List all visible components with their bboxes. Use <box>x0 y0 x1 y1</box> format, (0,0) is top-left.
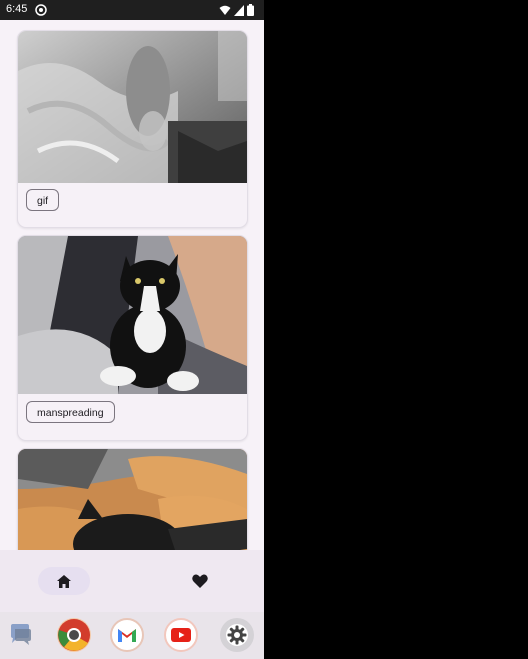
launcher-dock <box>0 612 264 659</box>
messages-app[interactable] <box>4 618 38 652</box>
tag-chip[interactable]: manspreading <box>26 401 115 423</box>
chrome-icon <box>58 619 90 651</box>
feed-card[interactable]: gif <box>17 30 248 228</box>
feed-card[interactable] <box>17 448 248 550</box>
tag-chip[interactable]: gif <box>26 189 60 211</box>
feed-card[interactable]: manspreading <box>17 235 248 441</box>
heart-icon <box>192 574 208 588</box>
chrome-app[interactable] <box>57 618 91 652</box>
battery-icon <box>247 4 254 16</box>
settings-app[interactable] <box>220 618 254 652</box>
gmail-app[interactable] <box>110 618 144 652</box>
signal-icon <box>234 4 244 16</box>
bottom-navigation <box>0 550 264 612</box>
gif-photo[interactable] <box>18 31 247 183</box>
status-bar: 6:45 <box>0 0 264 20</box>
nav-home-button[interactable] <box>38 567 90 595</box>
nav-favorites-button[interactable] <box>186 567 214 595</box>
tuxedo-cat-photo[interactable] <box>18 236 247 394</box>
youtube-app[interactable] <box>164 618 198 652</box>
notification-icon <box>35 4 47 16</box>
home-icon <box>57 574 71 588</box>
image-feed[interactable]: gif manspreading <box>0 20 264 550</box>
gmail-icon <box>118 629 136 642</box>
messages-icon <box>11 624 31 645</box>
settings-icon <box>226 624 248 646</box>
phone-screen: 6:45 gif manspreading <box>0 0 264 659</box>
black-cat-on-blanket-photo[interactable] <box>18 449 247 550</box>
youtube-icon <box>171 628 191 642</box>
status-time: 6:45 <box>6 3 28 15</box>
wifi-icon <box>219 5 231 15</box>
